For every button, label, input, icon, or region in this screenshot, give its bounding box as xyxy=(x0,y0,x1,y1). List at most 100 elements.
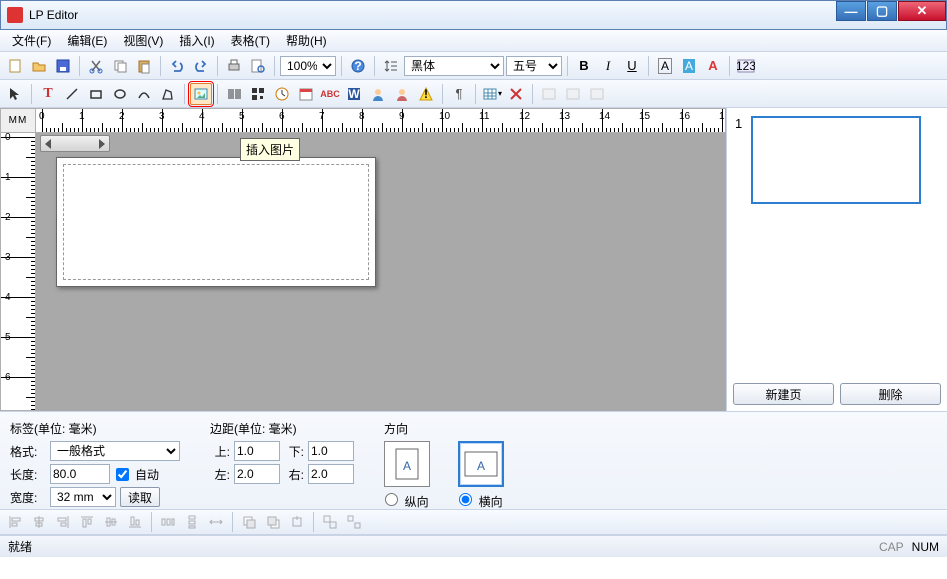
line-tool[interactable] xyxy=(61,83,83,105)
align-bottom-button[interactable] xyxy=(124,511,146,533)
canvas-area[interactable] xyxy=(36,133,726,411)
bring-front-button[interactable] xyxy=(238,511,260,533)
horizontal-scrollbar[interactable] xyxy=(40,135,110,152)
page-thumbnail-panel: 1 新建页 删除 xyxy=(727,108,947,411)
counter-button[interactable]: 123 xyxy=(735,55,757,77)
curve-tool[interactable] xyxy=(133,83,155,105)
minimize-button[interactable]: — xyxy=(836,1,866,21)
clock-button[interactable] xyxy=(271,83,293,105)
open-button[interactable] xyxy=(28,55,50,77)
paste-button[interactable] xyxy=(133,55,155,77)
table-op1-button[interactable] xyxy=(538,83,560,105)
portrait-icon[interactable]: A xyxy=(384,441,430,487)
auto-checkbox[interactable] xyxy=(116,468,129,481)
margin-top-input[interactable] xyxy=(234,441,280,461)
calendar-button[interactable] xyxy=(295,83,317,105)
menu-edit[interactable]: 编辑(E) xyxy=(59,30,115,51)
tooltip-insert-image: 插入图片 xyxy=(240,138,300,161)
new-button[interactable] xyxy=(4,55,26,77)
save-button[interactable] xyxy=(52,55,74,77)
svg-text:!: ! xyxy=(424,87,428,101)
group-button[interactable] xyxy=(319,511,341,533)
line-spacing-button[interactable] xyxy=(380,55,402,77)
delete-table-button[interactable] xyxy=(505,83,527,105)
status-text: 就绪 xyxy=(8,538,32,555)
portrait-radio[interactable] xyxy=(385,493,398,506)
margin-bottom-input[interactable] xyxy=(308,441,354,461)
person2-icon[interactable] xyxy=(391,83,413,105)
align-middle-button[interactable] xyxy=(100,511,122,533)
menu-insert[interactable]: 插入(I) xyxy=(171,30,222,51)
margin-right-input[interactable] xyxy=(308,464,354,484)
redo-button[interactable] xyxy=(190,55,212,77)
table-op2-button[interactable] xyxy=(562,83,584,105)
text-tool[interactable]: T xyxy=(37,83,59,105)
alignment-toolbar xyxy=(0,509,947,535)
read-button[interactable]: 读取 xyxy=(120,487,160,507)
same-width-button[interactable] xyxy=(205,511,227,533)
font-name-select[interactable]: 黑体 xyxy=(404,56,504,76)
copy-button[interactable] xyxy=(109,55,131,77)
distribute-h-button[interactable] xyxy=(157,511,179,533)
warning-icon[interactable]: ! xyxy=(415,83,437,105)
pointer-tool[interactable] xyxy=(4,83,26,105)
polygon-tool[interactable] xyxy=(157,83,179,105)
person1-icon[interactable] xyxy=(367,83,389,105)
landscape-icon[interactable]: A xyxy=(458,441,504,487)
label-page[interactable] xyxy=(56,157,376,287)
landscape-radio-label[interactable]: 横向 xyxy=(459,493,502,510)
portrait-radio-label[interactable]: 纵向 xyxy=(385,493,428,510)
ruler-vertical: 01234567 xyxy=(0,133,36,411)
align-center-h-button[interactable] xyxy=(28,511,50,533)
title-bar: LP Editor — ▢ ✕ xyxy=(0,0,947,30)
table-op3-button[interactable] xyxy=(586,83,608,105)
insert-table-button[interactable]: ▾ xyxy=(481,83,503,105)
format-label: 格式: xyxy=(10,443,46,460)
delete-page-button[interactable]: 删除 xyxy=(840,383,941,405)
abc-button[interactable]: ABC xyxy=(319,83,341,105)
bold-button[interactable]: B xyxy=(573,55,595,77)
bring-forward-button[interactable] xyxy=(286,511,308,533)
italic-button[interactable]: I xyxy=(597,55,619,77)
help-button[interactable]: ? xyxy=(347,55,369,77)
margin-left-input[interactable] xyxy=(234,464,280,484)
format-select[interactable]: 一般格式 xyxy=(50,441,180,461)
length-label: 长度: xyxy=(10,466,46,483)
send-back-button[interactable] xyxy=(262,511,284,533)
distribute-v-button[interactable] xyxy=(181,511,203,533)
underline-button[interactable]: U xyxy=(621,55,643,77)
insert-image-button[interactable] xyxy=(190,83,212,105)
margin-group-title: 边距(单位: 毫米) xyxy=(210,420,354,437)
rect-tool[interactable] xyxy=(85,83,107,105)
landscape-radio[interactable] xyxy=(459,493,472,506)
ungroup-button[interactable] xyxy=(343,511,365,533)
left-label: 左: xyxy=(210,466,230,483)
menu-help[interactable]: 帮助(H) xyxy=(278,30,335,51)
align-top-button[interactable] xyxy=(76,511,98,533)
pilcrow-button[interactable]: ¶ xyxy=(448,83,470,105)
new-page-button[interactable]: 新建页 xyxy=(733,383,834,405)
text-outline-button[interactable]: A xyxy=(702,55,724,77)
width-select[interactable]: 32 mm xyxy=(50,487,116,507)
close-button[interactable]: ✕ xyxy=(898,1,946,21)
barcode-button[interactable] xyxy=(223,83,245,105)
length-input[interactable] xyxy=(50,464,110,484)
print-preview-button[interactable] xyxy=(247,55,269,77)
page-thumbnail[interactable] xyxy=(751,116,921,204)
zoom-select[interactable]: 100% xyxy=(280,56,336,76)
align-left-button[interactable] xyxy=(4,511,26,533)
cut-button[interactable] xyxy=(85,55,107,77)
qrcode-button[interactable] xyxy=(247,83,269,105)
font-size-select[interactable]: 五号 xyxy=(506,56,562,76)
ellipse-tool[interactable] xyxy=(109,83,131,105)
font-color-button[interactable]: A xyxy=(654,55,676,77)
menu-table[interactable]: 表格(T) xyxy=(223,30,278,51)
align-right-button[interactable] xyxy=(52,511,74,533)
highlight-button[interactable]: A xyxy=(678,55,700,77)
menu-view[interactable]: 视图(V) xyxy=(115,30,171,51)
maximize-button[interactable]: ▢ xyxy=(867,1,897,21)
word-button[interactable]: W xyxy=(343,83,365,105)
undo-button[interactable] xyxy=(166,55,188,77)
print-button[interactable] xyxy=(223,55,245,77)
menu-file[interactable]: 文件(F) xyxy=(4,30,59,51)
